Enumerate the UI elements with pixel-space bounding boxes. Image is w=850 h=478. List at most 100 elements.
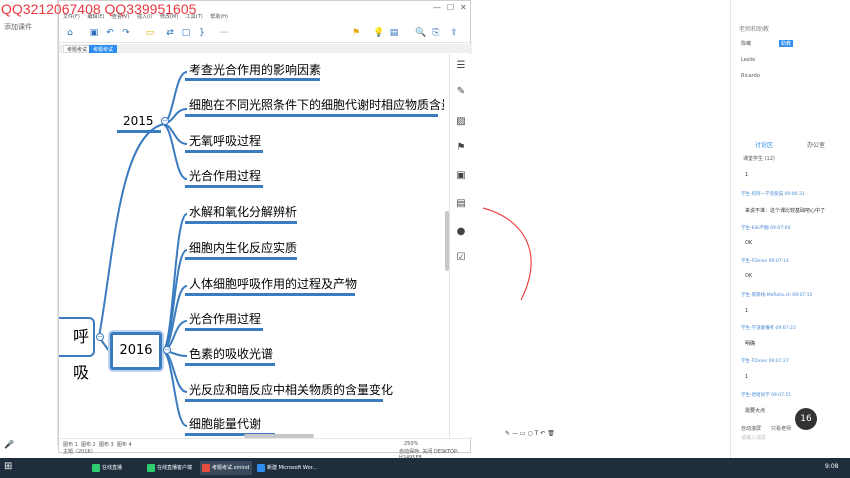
more-icon[interactable]: ⋯	[219, 28, 229, 38]
comment-icon[interactable]: ●	[455, 226, 467, 238]
menu-modify[interactable]: 修改(M)	[160, 14, 178, 20]
redo-icon[interactable]: ↷	[121, 28, 131, 38]
maximize-icon[interactable]: ☐	[447, 3, 454, 12]
live-left-panel: 添加课件 🎤	[0, 0, 58, 449]
add-courseware-button[interactable]: 添加课件	[4, 22, 32, 32]
format-icon[interactable]: ✎	[455, 86, 467, 98]
topic-2015-item[interactable]: 光合作用过程	[189, 167, 261, 184]
tab-doc-2[interactable]: 考题考试	[89, 45, 118, 53]
menu-edit[interactable]: 编辑(E)	[87, 14, 104, 20]
delete-tool-icon[interactable]: 🗑	[547, 430, 555, 437]
picture-icon[interactable]: ▣	[455, 170, 467, 182]
menu-view[interactable]: 查看(V)	[112, 14, 129, 20]
clock[interactable]: 9:08	[825, 463, 838, 470]
line-tool-icon[interactable]: —	[512, 430, 518, 437]
zoom-icon[interactable]: 🔍	[415, 28, 426, 38]
chat-meta: 学生-FDvien 09:07:27	[741, 359, 789, 364]
chat-message: OK	[745, 273, 753, 279]
topic-underline	[185, 257, 297, 260]
minimize-icon[interactable]: —	[433, 3, 441, 12]
topic-underline	[117, 130, 161, 133]
save-icon[interactable]: ▣	[89, 28, 99, 38]
topic-underline	[185, 78, 320, 81]
presentation-icon[interactable]: ▤	[389, 28, 399, 38]
outline-icon[interactable]: ☰	[455, 60, 467, 72]
topic-2016-item[interactable]: 人体细胞呼吸作用的过程及产物	[189, 275, 357, 292]
zoom-level[interactable]: 250%	[404, 441, 418, 447]
topic-2016-item[interactable]: 水解和氧化分解辨析	[189, 203, 297, 220]
tab-office[interactable]: 办公室	[807, 140, 825, 149]
summary-icon[interactable]: }	[197, 28, 207, 38]
chat-message: 1	[745, 308, 749, 314]
share-icon[interactable]: ⎘	[431, 28, 441, 38]
collapse-icon[interactable]: −	[96, 333, 104, 341]
chat-input[interactable]: 请输入消息	[741, 434, 766, 441]
topic-underline	[185, 328, 263, 331]
whiteboard-toolbar: ✎ — ▭ ○ T ↶ 🗑	[505, 430, 615, 442]
topic-2016-item[interactable]: 细胞内生化反应实质	[189, 239, 297, 256]
taskbar-app[interactable]: 在线直播	[90, 461, 142, 475]
topic-underline	[185, 221, 297, 224]
sheet-tab[interactable]: 图布 4	[117, 442, 132, 448]
home-icon[interactable]: ⌂	[65, 28, 75, 38]
menu-file[interactable]: 文件(F)	[63, 14, 80, 20]
filter-dropdown[interactable]: 课堂学生 (12)	[743, 155, 775, 162]
tab-doc-1[interactable]: 考题考试	[63, 45, 92, 53]
taskbar-app[interactable]: 在线直播客户端	[145, 461, 197, 475]
circle-tool-icon[interactable]: ○	[527, 430, 532, 437]
auto-scroll-checkbox[interactable]: 自动滚屏	[741, 425, 761, 432]
mic-icon[interactable]: 🎤	[4, 440, 14, 449]
undo-tool-icon[interactable]: ↶	[540, 430, 545, 437]
timer-badge: 16	[795, 408, 817, 430]
rect-tool-icon[interactable]: ▭	[520, 430, 526, 437]
status-bar: 图布 1 图布 2 图布 3 图布 4 主题（2016） 250% 自动保存: …	[59, 438, 472, 461]
chat-meta: 学生-阿阿一学渣爱猫 09:06:31	[741, 192, 805, 197]
taskbar-app[interactable]: 考题考试.xmind	[200, 461, 252, 475]
topic-2015[interactable]: 2015	[123, 114, 154, 128]
text-tool-icon[interactable]: T	[535, 430, 539, 437]
pen-tool-icon[interactable]: ✎	[505, 430, 510, 437]
task-icon[interactable]: ☑	[455, 252, 467, 264]
bulb-icon[interactable]: 💡	[373, 28, 384, 38]
flag-icon[interactable]: ⚑	[455, 142, 467, 154]
menu-help[interactable]: 帮助(H)	[210, 14, 228, 20]
only-teacher-checkbox[interactable]: 只看老师	[771, 425, 791, 432]
chat-message: 需要大点	[745, 408, 766, 414]
topic-2015-item[interactable]: 细胞在不同光照条件下的细胞代谢时相应物质含量	[189, 96, 444, 113]
windows-start-icon[interactable]: ⊞	[4, 461, 12, 472]
windows-taskbar: ⊞ 在线直播 在线直播客户端 考题考试.xmind 新建 Microsoft W…	[0, 458, 850, 478]
member-item[interactable]: Leslie	[741, 57, 755, 63]
root-topic[interactable]: 呼吸	[59, 317, 95, 382]
relationship-icon[interactable]: ⇄	[165, 28, 175, 38]
undo-icon[interactable]: ↶	[105, 28, 115, 38]
close-icon[interactable]: ✕	[460, 3, 467, 12]
topic-2015-item[interactable]: 考查光合作用的影响因素	[189, 61, 321, 78]
topic-2016-selected[interactable]: 2016	[110, 332, 162, 370]
marker-icon[interactable]: ⚑	[351, 28, 361, 38]
image-icon[interactable]: ▨	[455, 116, 467, 128]
topic-icon[interactable]: ▭	[145, 28, 155, 38]
export-icon[interactable]: ⇪	[449, 28, 459, 38]
topic-2015-item[interactable]: 无氧呼吸过程	[189, 132, 261, 149]
taskbar-app[interactable]: 新建 Microsoft Wor...	[255, 461, 317, 475]
sheet-tab[interactable]: 图布 3	[99, 442, 114, 448]
member-item[interactable]: 陈曦	[741, 40, 751, 47]
menu-insert[interactable]: 插入(I)	[137, 14, 152, 20]
collapse-icon[interactable]: −	[163, 346, 171, 354]
mindmap-canvas[interactable]: 呼吸 − 2015 − 2016 − 考查光合作用的影响因素 细胞在不同光照条件…	[59, 54, 444, 437]
tab-discussion[interactable]: 讨论区	[755, 140, 773, 149]
topic-2016-item[interactable]: 光反应和暗反应中相关物质的含量变化	[189, 381, 393, 398]
boundary-icon[interactable]: ▢	[181, 28, 191, 38]
chat-meta: 学生-学渣最懂考 09:07:23	[741, 326, 796, 331]
xmind-window: QQ3212067408 QQ339951605 — ☐ ✕ 文件(F) 编辑(…	[1, 0, 472, 461]
topic-2016-item[interactable]: 色素的吸收光谱	[189, 345, 273, 362]
topic-2016-item[interactable]: 细胞能量代谢	[189, 415, 261, 432]
chat-message: OK	[745, 240, 753, 246]
topic-underline	[185, 185, 263, 188]
menu-tools[interactable]: 工具(T)	[186, 14, 203, 20]
topic-underline	[185, 150, 263, 153]
member-item[interactable]: Ricardo	[741, 73, 760, 79]
collapse-icon[interactable]: −	[161, 117, 169, 125]
notes-icon[interactable]: ▤	[455, 198, 467, 210]
topic-2016-item[interactable]: 光合作用过程	[189, 310, 261, 327]
